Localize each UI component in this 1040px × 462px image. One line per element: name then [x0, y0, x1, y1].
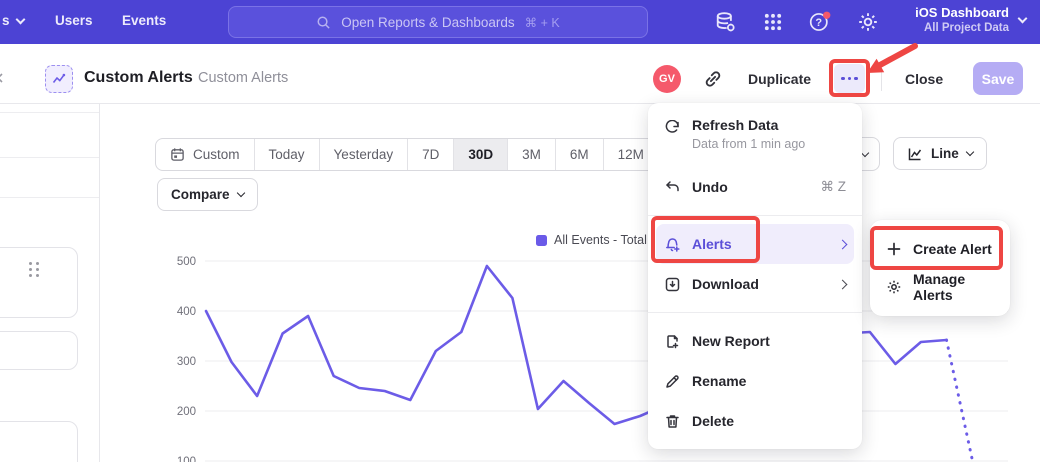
help-icon[interactable]: ?: [809, 11, 831, 33]
metric-card[interactable]: [0, 247, 78, 318]
date-range-custom[interactable]: Custom: [156, 139, 254, 170]
menu-item-new-report[interactable]: New Report: [656, 321, 854, 361]
chart-type-button[interactable]: Line: [893, 137, 987, 170]
calendar-icon: [170, 147, 185, 162]
date-range-7d[interactable]: 7D: [407, 139, 453, 170]
global-search-input[interactable]: Open Reports & Dashboards ⌘ + K: [228, 6, 648, 38]
nav-item-users[interactable]: Users: [55, 13, 93, 28]
copy-link-icon[interactable]: [703, 69, 723, 89]
menu-item-rename[interactable]: Rename: [656, 361, 854, 401]
menu-item-refresh-data[interactable]: Refresh Data Data from 1 min ago: [656, 111, 854, 167]
data-management-icon[interactable]: [714, 11, 736, 33]
notification-dot: [823, 12, 830, 19]
gear-icon: [886, 279, 902, 295]
app-window: s Users Events Open Reports & Dashboards…: [0, 0, 1040, 462]
chevron-down-icon: [15, 14, 25, 24]
submenu-item-create-alert[interactable]: Create Alert: [870, 230, 1010, 268]
top-navigation-bar: s Users Events Open Reports & Dashboards…: [0, 0, 1040, 44]
menu-divider: [648, 215, 862, 216]
line-chart-type-icon: [907, 146, 923, 162]
refresh-icon: [664, 120, 681, 137]
sidebar-divider: [0, 157, 99, 158]
nav-fragment-label: s: [2, 13, 10, 28]
submenu-item-manage-alerts[interactable]: Manage Alerts: [870, 268, 1010, 306]
menu-item-undo[interactable]: Undo ⌘ Z: [656, 167, 854, 207]
menu-item-alerts[interactable]: Alerts: [656, 224, 854, 264]
svg-text:400: 400: [177, 306, 196, 318]
drag-handle-icon[interactable]: [29, 262, 39, 277]
chevron-down-icon: [861, 148, 869, 156]
header-divider: [881, 66, 882, 91]
menu-item-download[interactable]: Download: [656, 264, 854, 304]
more-options-button[interactable]: [834, 64, 865, 93]
pencil-icon: [664, 373, 681, 390]
date-range-30d-selected[interactable]: 30D: [453, 139, 507, 170]
save-button[interactable]: Save: [973, 62, 1023, 95]
date-range-3m[interactable]: 3M: [507, 139, 555, 170]
svg-text:200: 200: [177, 406, 196, 418]
compare-button[interactable]: Compare: [157, 178, 258, 211]
duplicate-button[interactable]: Duplicate: [748, 66, 811, 92]
chevron-down-icon: [966, 148, 974, 156]
chart-legend: All Events - Total: [536, 233, 647, 247]
report-type-icon: [45, 65, 73, 93]
close-button[interactable]: Close: [905, 66, 943, 92]
plus-icon: [886, 241, 902, 257]
nav-item-events[interactable]: Events: [122, 13, 166, 28]
bell-plus-icon: [664, 236, 681, 253]
avatar[interactable]: GV: [653, 65, 681, 93]
svg-text:500: 500: [177, 256, 196, 268]
chevron-down-icon: [1018, 14, 1028, 24]
metric-card[interactable]: [0, 421, 78, 462]
undo-icon: [664, 179, 681, 196]
submenu-chevron-icon: [838, 279, 848, 289]
date-range-6m[interactable]: 6M: [555, 139, 603, 170]
page-title: Custom Alerts: [84, 64, 193, 92]
svg-text:300: 300: [177, 356, 196, 368]
date-range-today[interactable]: Today: [254, 139, 319, 170]
undo-shortcut: ⌘ Z: [821, 179, 847, 195]
submenu-chevron-icon: [838, 239, 848, 249]
query-builder-sidebar: [0, 104, 100, 462]
project-name: iOS Dashboard: [915, 4, 1009, 21]
trash-icon: [664, 413, 681, 430]
date-range-yesterday[interactable]: Yesterday: [319, 139, 408, 170]
search-shortcut: ⌘ + K: [525, 15, 560, 30]
back-chevron-fragment[interactable]: [0, 70, 5, 80]
breadcrumb: Custom Alerts: [198, 64, 288, 92]
legend-swatch: [536, 235, 547, 246]
date-range-selector: Custom Today Yesterday 7D 30D 3M 6M 12M: [155, 138, 659, 171]
search-icon: [316, 15, 331, 30]
project-selector[interactable]: iOS Dashboard All Project Data: [915, 4, 1026, 36]
menu-item-delete[interactable]: Delete: [656, 401, 854, 441]
metric-card[interactable]: [0, 331, 78, 370]
project-subtitle: All Project Data: [915, 21, 1009, 36]
refresh-status-text: Data from 1 min ago: [692, 137, 805, 151]
sidebar-divider: [0, 112, 99, 113]
legend-label: All Events - Total: [554, 233, 647, 247]
download-icon: [664, 276, 681, 293]
settings-gear-icon[interactable]: [857, 11, 879, 33]
chevron-down-icon: [236, 189, 244, 197]
svg-text:?: ?: [815, 17, 822, 29]
nav-item-truncated[interactable]: s: [2, 13, 24, 28]
new-report-icon: [664, 333, 681, 350]
apps-grid-icon[interactable]: [762, 11, 784, 33]
alerts-submenu: Create Alert Manage Alerts: [870, 220, 1010, 316]
more-options-menu: Refresh Data Data from 1 min ago Undo ⌘ …: [648, 103, 862, 449]
search-placeholder: Open Reports & Dashboards: [341, 15, 514, 30]
sidebar-divider: [0, 197, 99, 198]
svg-text:100: 100: [177, 456, 196, 462]
menu-divider: [648, 312, 862, 313]
